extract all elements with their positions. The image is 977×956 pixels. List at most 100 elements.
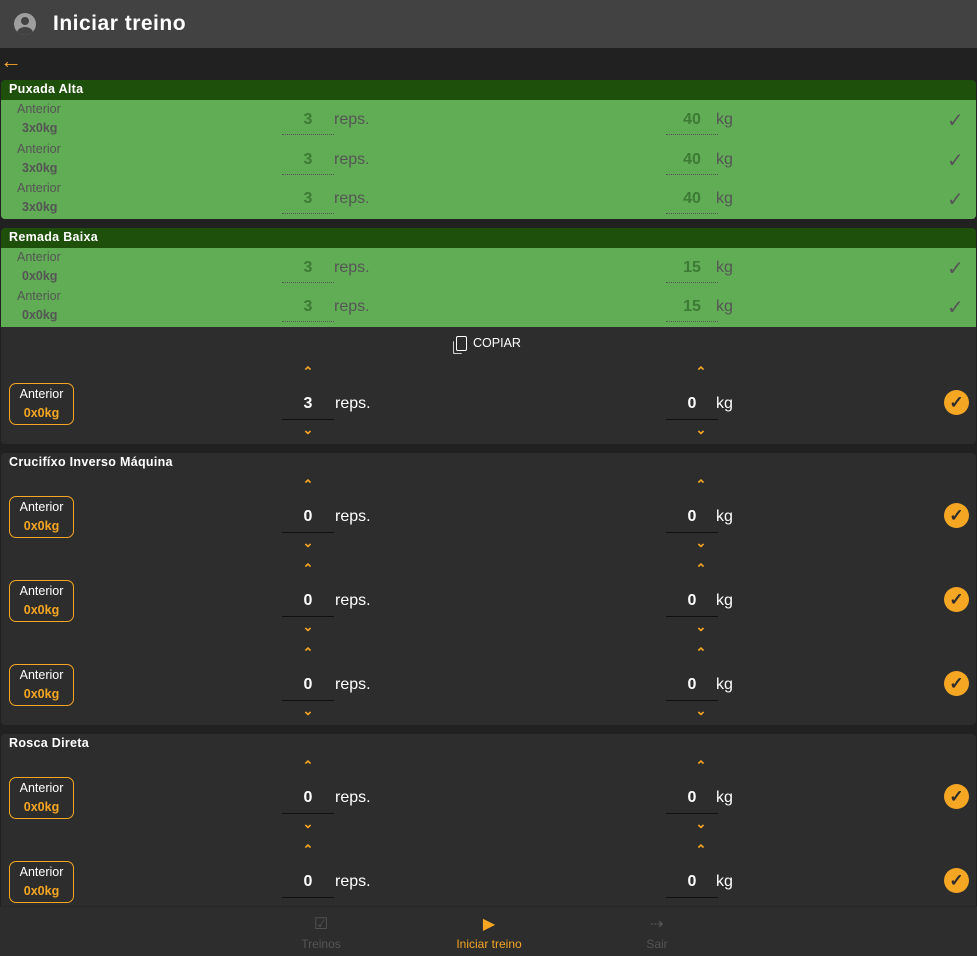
weight-input[interactable]: 40 (666, 190, 718, 214)
reps-input[interactable]: 3 (282, 298, 334, 322)
nav-iniciar-treino[interactable]: ▶ Iniciar treino (429, 915, 549, 951)
set-row: Anterior0x0kg ⌃ 0 reps. ⌄ ⌃ 0 kg ⌄ ✓ (1, 838, 976, 906)
reps-input[interactable]: 0 (282, 508, 334, 533)
weight-input[interactable]: 40 (666, 111, 718, 135)
previous-label: Anterior (19, 386, 64, 401)
reps-input[interactable]: 3 (282, 259, 334, 283)
set-row-done: Anterior 3x0kg 3 reps. 40 kg ✓ (1, 100, 976, 140)
nav-treinos[interactable]: ☑ Treinos (261, 915, 381, 951)
set-row-done: Anterior 3x0kg 3 reps. 40 kg ✓ (1, 179, 976, 219)
copy-button[interactable]: COPIAR (1, 327, 976, 360)
weight-decrement-chevron-down-icon[interactable]: ⌄ (675, 619, 727, 635)
reps-increment-chevron-up-icon[interactable]: ⌃ (282, 364, 334, 380)
weight-increment-chevron-up-icon[interactable]: ⌃ (675, 842, 727, 858)
weight-increment-chevron-up-icon[interactable]: ⌃ (675, 477, 727, 493)
reps-decrement-chevron-down-icon[interactable]: ⌄ (282, 535, 334, 551)
reps-input[interactable]: 0 (282, 873, 334, 898)
weight-input[interactable]: 0 (666, 789, 718, 814)
weight-unit: kg (716, 298, 733, 315)
weight-input[interactable]: 15 (666, 298, 718, 322)
weight-increment-chevron-up-icon[interactable]: ⌃ (675, 758, 727, 774)
complete-set-check-icon[interactable]: ✓ (944, 586, 969, 612)
reps-unit: reps. (335, 788, 371, 806)
reps-unit: reps. (335, 591, 371, 609)
previous-label: Anterior (19, 864, 64, 879)
check-icon[interactable]: ✓ (947, 256, 964, 281)
reps-increment-chevron-up-icon[interactable]: ⌃ (282, 561, 334, 577)
set-row-done: Anterior 0x0kg 3 reps. 15 kg ✓ (1, 287, 976, 327)
checklist-icon: ☑ (313, 916, 329, 933)
weight-input[interactable]: 0 (666, 676, 718, 701)
previous-value: 0x0kg (23, 686, 60, 701)
weight-decrement-chevron-down-icon[interactable]: ⌄ (675, 703, 727, 719)
set-row-done: Anterior 3x0kg 3 reps. 40 kg ✓ (1, 139, 976, 179)
reps-input[interactable]: 3 (282, 395, 334, 420)
check-icon[interactable]: ✓ (947, 148, 964, 173)
reps-increment-chevron-up-icon[interactable]: ⌃ (282, 477, 334, 493)
previous-value: 0x0kg (23, 405, 60, 420)
check-icon[interactable]: ✓ (947, 295, 964, 320)
back-arrow-icon[interactable]: ← (0, 50, 22, 72)
complete-set-check-icon[interactable]: ✓ (944, 502, 969, 528)
reps-unit: reps. (334, 298, 370, 315)
previous-label: Anterior (17, 102, 61, 116)
reps-decrement-chevron-down-icon[interactable]: ⌄ (282, 619, 334, 635)
set-row: Anterior0x0kg ⌃ 0 reps. ⌄ ⌃ 0 kg ⌄ ✓ (1, 557, 976, 641)
weight-unit: kg (716, 872, 733, 890)
reps-decrement-chevron-down-icon[interactable]: ⌄ (282, 422, 334, 438)
weight-decrement-chevron-down-icon[interactable]: ⌄ (675, 422, 727, 438)
weight-input[interactable]: 0 (666, 592, 718, 617)
weight-input[interactable]: 15 (666, 259, 718, 283)
reps-input[interactable]: 0 (282, 676, 334, 701)
weight-unit: kg (716, 258, 733, 276)
complete-set-check-icon[interactable]: ✓ (944, 389, 969, 415)
exercise-list[interactable]: Puxada Alta Anterior 3x0kg 3 reps. 40 kg… (1, 80, 976, 906)
nav-sair[interactable]: ⇢ Sair (597, 915, 717, 951)
reps-unit: reps. (335, 394, 371, 412)
previous-value: 0x0kg (23, 799, 60, 814)
reps-input[interactable]: 0 (282, 592, 334, 617)
play-icon: ▶ (482, 916, 496, 933)
weight-increment-chevron-up-icon[interactable]: ⌃ (675, 561, 727, 577)
complete-set-check-icon[interactable]: ✓ (944, 783, 969, 809)
previous-value: 0x0kg (22, 308, 58, 322)
reps-increment-chevron-up-icon[interactable]: ⌃ (282, 842, 334, 858)
reps-decrement-chevron-down-icon[interactable]: ⌄ (282, 703, 334, 719)
weight-input[interactable]: 40 (666, 151, 718, 175)
account-icon[interactable] (14, 13, 36, 35)
reps-input[interactable]: 0 (282, 789, 334, 814)
weight-increment-chevron-up-icon[interactable]: ⌃ (675, 364, 727, 380)
reps-input[interactable]: 3 (282, 190, 334, 214)
page-title: Iniciar treino (53, 12, 187, 35)
exercise-name: Remada Baixa (1, 227, 976, 248)
reps-unit: reps. (334, 190, 370, 207)
reps-unit: reps. (335, 872, 371, 890)
previous-box: Anterior 0x0kg (9, 579, 74, 622)
weight-decrement-chevron-down-icon[interactable]: ⌄ (675, 535, 727, 551)
set-row: Anterior0x0kg ⌃ 0 reps. ⌄ ⌃ 0 kg ⌄ ✓ (1, 473, 976, 557)
complete-set-check-icon[interactable]: ✓ (944, 670, 969, 696)
reps-decrement-chevron-down-icon[interactable]: ⌄ (282, 816, 334, 832)
reps-increment-chevron-up-icon[interactable]: ⌃ (282, 645, 334, 661)
weight-increment-chevron-up-icon[interactable]: ⌃ (675, 645, 727, 661)
weight-unit: kg (716, 507, 733, 525)
bottom-nav: ☑ Treinos ▶ Iniciar treino ⇢ Sair (0, 906, 977, 956)
previous-label: Anterior (19, 499, 64, 514)
reps-input[interactable]: 3 (282, 111, 334, 135)
reps-increment-chevron-up-icon[interactable]: ⌃ (282, 758, 334, 774)
nav-label: Iniciar treino (456, 937, 522, 951)
weight-input[interactable]: 0 (666, 395, 718, 420)
previous-value: 0x0kg (22, 268, 58, 283)
complete-set-check-icon[interactable]: ✓ (944, 867, 969, 893)
weight-input[interactable]: 0 (666, 873, 718, 898)
weight-decrement-chevron-down-icon[interactable]: ⌄ (675, 816, 727, 832)
check-icon[interactable]: ✓ (947, 108, 964, 133)
reps-input[interactable]: 3 (282, 151, 334, 175)
weight-input[interactable]: 0 (666, 508, 718, 533)
check-icon[interactable]: ✓ (947, 187, 964, 212)
previous-value: 3x0kg (22, 200, 58, 214)
weight-unit: kg (716, 675, 733, 693)
previous-label: Anterior (17, 141, 61, 156)
weight-unit: kg (716, 111, 733, 128)
previous-label: Anterior (17, 181, 61, 195)
